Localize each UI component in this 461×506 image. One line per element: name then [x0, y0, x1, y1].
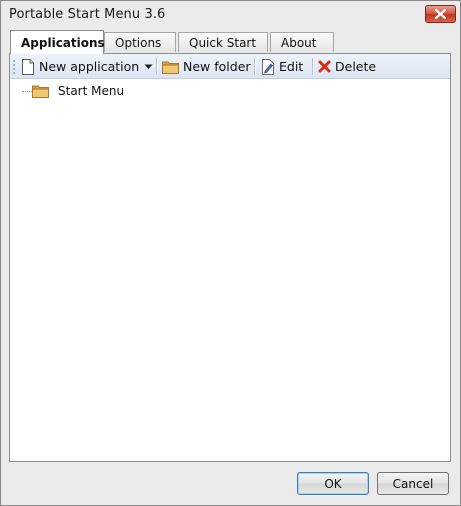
- toolbar-grip[interactable]: [13, 59, 15, 75]
- edit-button[interactable]: Edit: [261, 57, 303, 76]
- chevron-down-icon[interactable]: [144, 64, 153, 70]
- tab-applications[interactable]: Applications: [10, 30, 105, 54]
- delete-button[interactable]: Delete: [318, 57, 376, 76]
- toolbar-separator: [254, 58, 255, 75]
- cancel-button[interactable]: Cancel: [377, 472, 449, 495]
- tree-connector: [22, 91, 32, 92]
- title-bar: Portable Start Menu 3.6: [1, 1, 460, 29]
- new-folder-label: New folder: [183, 59, 251, 74]
- tree-node-start-menu[interactable]: Start Menu: [32, 82, 127, 100]
- new-application-label: New application: [39, 59, 140, 74]
- app-window: Portable Start Menu 3.6 Applications Opt…: [0, 0, 461, 506]
- tab-options[interactable]: Options: [104, 32, 176, 52]
- toolbar-separator: [156, 58, 157, 75]
- tab-about[interactable]: About: [270, 32, 334, 52]
- tab-quick-start[interactable]: Quick Start: [178, 32, 268, 52]
- document-icon: [22, 58, 34, 75]
- tab-options-label: Options: [115, 35, 162, 50]
- new-application-button[interactable]: New application: [21, 57, 153, 76]
- close-button[interactable]: [425, 5, 456, 23]
- toolbar: New application New folder Edit Delete: [10, 54, 450, 79]
- folder-icon: [162, 61, 179, 74]
- edit-label: Edit: [279, 59, 304, 74]
- new-folder-button[interactable]: New folder: [162, 57, 251, 76]
- tab-strip: Applications Options Quick Start About: [8, 30, 454, 54]
- applications-panel: New application New folder Edit Delete S…: [9, 53, 451, 462]
- start-menu-tree[interactable]: Start Menu: [10, 80, 450, 461]
- tab-about-label: About: [281, 35, 317, 50]
- close-icon: [435, 9, 446, 19]
- window-title: Portable Start Menu 3.6: [9, 7, 166, 22]
- toolbar-separator: [312, 58, 313, 75]
- tab-applications-label: Applications: [21, 35, 105, 50]
- cancel-label: Cancel: [392, 476, 434, 491]
- ok-button[interactable]: OK: [297, 472, 369, 495]
- folder-icon: [32, 85, 49, 98]
- tab-quick-start-label: Quick Start: [189, 35, 257, 50]
- delete-label: Delete: [335, 59, 377, 74]
- ok-label: OK: [324, 476, 342, 491]
- pencil-icon: [262, 58, 274, 75]
- red-x-icon: [318, 60, 331, 73]
- tree-node-label: Start Menu: [58, 84, 125, 98]
